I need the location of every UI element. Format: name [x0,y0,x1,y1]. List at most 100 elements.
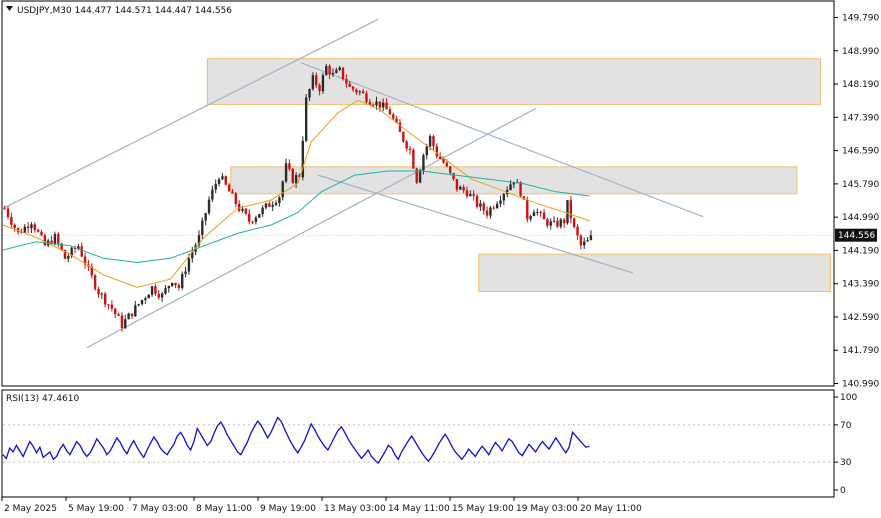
candle-body [315,75,318,86]
time-tick-label: 2 May 2025 [4,504,57,514]
candle-body [107,304,110,306]
candle-body [552,220,556,222]
price-tick-label: 148.990 [842,47,879,57]
candle-body [130,313,134,317]
candle-body [452,173,455,180]
candle-body [459,186,462,190]
candle-body [164,288,167,294]
candle-body [207,199,211,214]
candle-body [519,182,522,197]
candle-body [147,294,150,299]
candle-body [211,189,214,200]
candle-body [492,207,495,209]
candle-body [569,200,573,219]
current-price-label: 144.556 [838,231,875,241]
candle-body [93,275,97,290]
rsi-pane: 100 70 30 0 RSI(13) 47.4610 [1,389,857,498]
candle-body [355,89,358,93]
candle-body [264,203,268,208]
candle-body [455,179,459,190]
candle-body [321,75,325,92]
candle-body [154,286,157,294]
candle-body [572,218,576,227]
candle-body [539,211,542,213]
price-tick-label: 144.190 [842,246,879,256]
price-tick-label: 144.990 [842,213,879,223]
price-tick-label: 148.190 [842,80,879,90]
candle-body [36,229,40,232]
candle-body [281,181,284,198]
rsi-tick-label: 100 [840,393,857,403]
candle-body [140,300,144,305]
candle-body [308,89,311,98]
candle-body [428,136,432,147]
candle-body [294,175,298,184]
candle-body [422,155,425,171]
rsi-tick-label: 0 [840,486,846,496]
candle-body [23,226,26,233]
candle-body [345,79,348,84]
candle-body [402,131,405,142]
candle-body [201,220,204,235]
candle-body [221,176,224,180]
candle-body [328,65,331,75]
candle-body [224,176,227,185]
candle-body [288,163,291,169]
candle-body [227,184,231,192]
chart-canvas: 149.790 148.990 148.190 147.390 146.590 145.7… [1,0,879,514]
time-tick-label: 19 May 03:00 [516,504,578,514]
candle-body [120,315,124,329]
candle-body [10,216,13,225]
candle-body [137,304,140,306]
current-price-badge: 144.556 [835,228,877,242]
time-tick-label: 8 May 11:00 [196,504,252,514]
price-tick-label: 141.790 [842,346,879,356]
candle-body [97,289,100,295]
candle-body [241,208,244,211]
candle-body [258,214,261,218]
candle-body [432,136,435,147]
price-pane: 149.790 148.990 148.190 147.390 146.590 145.7… [1,0,879,390]
price-tick-label: 147.390 [842,113,879,123]
candle-body [254,217,258,222]
candle-body [167,285,171,289]
candle-body [385,102,388,110]
candle-body [392,114,395,119]
candle-body [435,146,439,157]
candle-body [268,203,271,207]
candle-body [6,208,10,217]
candle-body [382,102,385,108]
candle-body [375,101,378,106]
candle-body [204,213,207,221]
candle-body [261,207,264,215]
candle-body [80,246,83,257]
time-tick-label: 9 May 19:00 [260,504,316,514]
candle-body [217,179,221,184]
candle-body [30,224,33,229]
candle-body [583,241,586,246]
zone-1 [206,58,821,105]
candle-body [170,282,174,286]
candle-body [103,293,107,305]
time-tick-label: 5 May 19:00 [68,504,124,514]
candle-body [311,75,315,90]
candle-body [231,191,234,194]
candle-body [405,141,408,149]
candle-body [331,72,335,75]
candle-body [412,149,415,169]
candle-body [174,282,177,286]
rsi-header: RSI(13) 47.4610 [6,394,79,404]
candle-body [562,219,566,224]
candle-body [532,212,536,217]
candle-body [479,203,482,207]
price-tick-label: 142.590 [842,313,879,323]
rsi-pane-frame [1,389,835,498]
candle-body [160,293,164,298]
candle-body [33,224,37,230]
candle-body [475,195,479,207]
candle-body [462,186,465,191]
candle-body [449,166,452,174]
candle-body [43,235,47,246]
candle-body [365,93,368,103]
candle-body [526,199,529,220]
